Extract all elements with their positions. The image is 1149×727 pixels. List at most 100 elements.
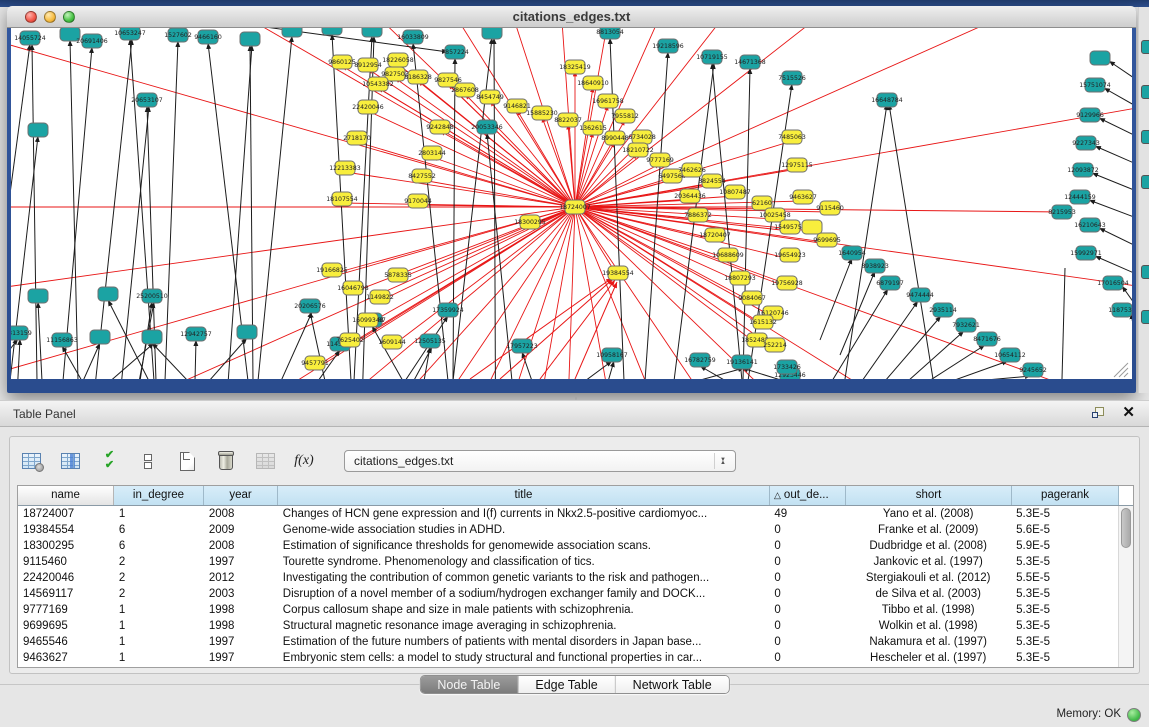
table-cell-out_de[interactable]: 0 [769,570,845,586]
close-panel-icon[interactable]: ✕ [1122,406,1135,420]
table-cell-title[interactable]: Changes of HCN gene expression and I(f) … [278,506,770,522]
table-cell-in_degree[interactable]: 6 [114,538,204,554]
table-cell-pagerank[interactable]: 5.3E-5 [1011,586,1118,602]
table-cell-name[interactable]: 14569117 [18,586,114,602]
network-node[interactable]: 9474444 [906,288,934,302]
table-cell-out_de[interactable]: 0 [769,634,845,650]
table-cell-pagerank[interactable]: 5.9E-5 [1011,538,1118,554]
table-cell-short[interactable]: Hescheler et al. (1997) [845,650,1011,666]
network-node[interactable]: 6879197 [876,276,904,290]
network-node[interactable]: 1609144 [378,335,406,349]
network-node[interactable]: 10654112 [994,348,1026,362]
network-node[interactable]: 16033809 [397,30,429,44]
network-node[interactable]: 1615132 [749,315,777,329]
table-row[interactable]: 1872400712008Changes of HCN gene express… [18,506,1118,522]
network-node[interactable] [482,28,502,39]
network-node[interactable]: 252214 [763,338,787,352]
table-cell-out_de[interactable]: 0 [769,586,845,602]
table-cell-pagerank[interactable]: 5.3E-5 [1011,618,1118,634]
panel-resize-handle[interactable]: ◦ [575,397,583,401]
network-node[interactable]: 9115460 [816,201,844,215]
network-node[interactable]: 9466160 [194,30,222,44]
table-cell-in_degree[interactable]: 1 [114,618,204,634]
network-node[interactable]: 19654923 [774,248,806,262]
table-cell-pagerank[interactable]: 5.3E-5 [1011,634,1118,650]
network-node[interactable]: 14671368 [734,55,766,69]
table-cell-year[interactable]: 1997 [204,650,278,666]
network-node[interactable]: 9227343 [1072,136,1100,150]
network-node[interactable]: 19384554 [602,266,634,280]
network-node[interactable]: 7515526 [778,71,806,85]
network-node[interactable]: 18720407 [699,228,731,242]
network-node[interactable]: 9242848 [426,120,454,134]
network-node[interactable]: 2935114 [929,303,957,317]
network-node[interactable]: 9777169 [646,153,674,167]
network-node[interactable]: 18325419 [559,60,591,74]
table-cell-out_de[interactable]: 0 [769,602,845,618]
table-cell-title[interactable]: Disruption of a novel member of a sodium… [278,586,770,602]
table-cell-out_de[interactable]: 0 [769,538,845,554]
column-header-out_de[interactable]: △out_de... [770,486,846,505]
network-node[interactable]: 17359924 [432,303,464,317]
table-cell-year[interactable]: 2008 [204,506,278,522]
table-cell-in_degree[interactable]: 2 [114,554,204,570]
table-cell-in_degree[interactable]: 1 [114,602,204,618]
row-boxes-icon[interactable] [135,448,161,474]
network-node[interactable]: 9170044 [404,194,432,208]
network-node[interactable]: 8427552 [408,169,436,183]
network-node[interactable]: 10688609 [712,248,744,262]
table-cell-year[interactable]: 2008 [204,538,278,554]
table-cell-name[interactable]: 9463627 [18,650,114,666]
table-cell-pagerank[interactable]: 5.5E-5 [1011,570,1118,586]
tab-edge-table[interactable]: Edge Table [518,676,615,693]
network-node[interactable]: 10653247 [114,28,146,40]
table-cell-title[interactable]: Estimation of the future numbers of pati… [278,634,770,650]
network-node[interactable]: 8471676 [973,332,1001,346]
network-node[interactable]: 12444159 [1064,190,1096,204]
float-panel-icon[interactable] [1092,406,1106,420]
tab-network-table[interactable]: Network Table [616,676,729,693]
network-node[interactable]: 19218596 [652,39,684,53]
table-row[interactable]: 969969511998Structural magnetic resonanc… [18,618,1118,634]
network-window-titlebar[interactable]: citations_edges.txt [7,6,1136,28]
table-cell-in_degree[interactable]: 2 [114,586,204,602]
network-node[interactable]: 15885230 [526,106,558,120]
network-node[interactable]: 8912954 [354,58,382,72]
table-cell-name[interactable]: 9699695 [18,618,114,634]
table-cell-short[interactable]: Dudbridge et al. (2008) [845,538,1011,554]
network-node[interactable]: 19166825 [316,263,348,277]
network-node[interactable]: 5878335 [384,268,412,282]
tab-node-table[interactable]: Node Table [420,676,518,693]
table-cell-name[interactable]: 9777169 [18,602,114,618]
table-cell-year[interactable]: 2003 [204,586,278,602]
network-node[interactable] [237,325,257,339]
table-row[interactable]: 977716911998Corpus callosum shape and si… [18,602,1118,618]
table-row[interactable]: 1938455462009Genome-wide association stu… [18,522,1118,538]
table-cell-title[interactable]: Genome-wide association studies in ADHD. [278,522,770,538]
table-cell-year[interactable]: 1998 [204,618,278,634]
network-node[interactable]: 7625402 [336,333,364,347]
network-node[interactable]: 6734028 [628,130,656,144]
table-cell-out_de[interactable]: 0 [769,650,845,666]
network-node[interactable]: 1362615 [579,121,607,135]
network-node[interactable]: 1733426 [773,360,801,374]
network-node[interactable] [98,287,118,301]
network-node[interactable]: 16782759 [684,353,716,367]
network-node[interactable]: 15992971 [1070,246,1102,260]
table-cell-pagerank[interactable]: 5.3E-5 [1011,602,1118,618]
network-window[interactable]: citations_edges.txt 14055724206914061065… [7,6,1136,393]
table-row[interactable]: 911546021997Tourette syndrome. Phenomeno… [18,554,1118,570]
table-cell-in_degree[interactable]: 2 [114,570,204,586]
network-node[interactable] [362,28,382,37]
table-cell-name[interactable]: 18300295 [18,538,114,554]
network-node[interactable]: 8186328 [404,70,432,84]
network-node[interactable]: 17016504 [1097,276,1129,290]
network-node[interactable]: 12505135 [414,334,446,348]
table-cell-pagerank[interactable]: 5.3E-5 [1011,650,1118,666]
column-visibility-icon[interactable] [57,448,83,474]
network-node[interactable] [322,28,342,35]
table-row[interactable]: 1456911722003Disruption of a novel membe… [18,586,1118,602]
network-node[interactable]: 12093872 [1067,163,1099,177]
table-cell-out_de[interactable]: 0 [769,522,845,538]
network-node[interactable]: 16961758 [592,94,624,108]
